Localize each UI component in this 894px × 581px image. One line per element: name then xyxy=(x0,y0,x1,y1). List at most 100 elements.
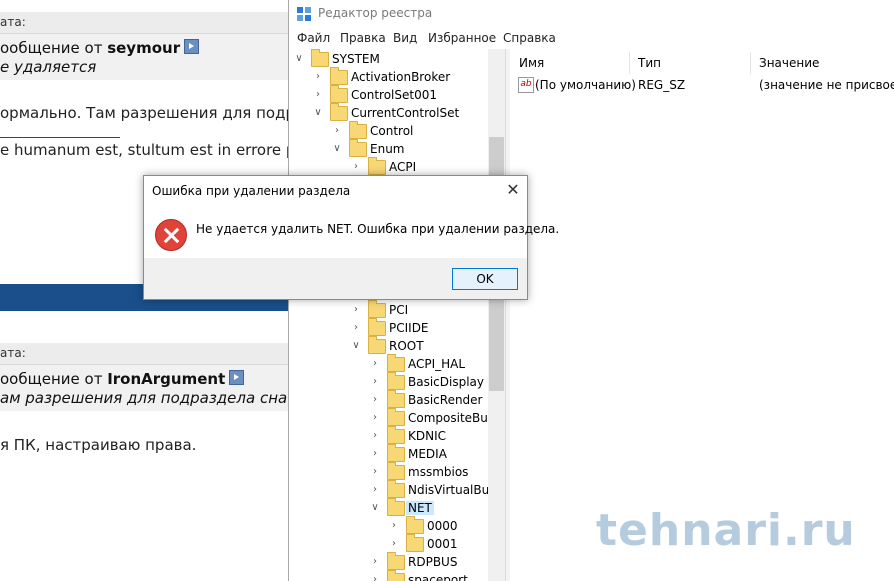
collapsed-chevron-icon[interactable]: › xyxy=(369,466,381,478)
tree-node-label: CompositeBus xyxy=(408,411,495,425)
tree-node-label: KDNIC xyxy=(408,429,447,443)
collapsed-chevron-icon[interactable]: › xyxy=(369,412,381,424)
close-icon[interactable]: ✕ xyxy=(501,179,525,201)
collapsed-chevron-icon[interactable]: › xyxy=(350,304,362,316)
value-type: REG_SZ xyxy=(638,78,686,92)
folder-icon xyxy=(387,408,405,426)
quote-from-line: ообщение от IronArgument xyxy=(0,370,245,388)
post-text: я ПК, настраиваю права. xyxy=(0,436,197,454)
tree-node-label: ROOT xyxy=(389,339,424,353)
expanded-chevron-icon[interactable]: ∨ xyxy=(312,107,324,119)
expanded-chevron-icon[interactable]: ∨ xyxy=(331,143,343,155)
folder-icon xyxy=(368,157,386,175)
menu-edit[interactable]: Правка xyxy=(340,31,386,45)
title-bar[interactable]: Редактор реестра xyxy=(289,0,894,28)
tree-node-label: PCI xyxy=(389,303,409,317)
folder-icon xyxy=(387,372,405,390)
regedit-app-icon xyxy=(297,7,311,21)
collapsed-chevron-icon[interactable]: › xyxy=(369,556,381,568)
tree-node-label: MEDIA xyxy=(408,447,447,461)
folder-icon xyxy=(387,390,405,408)
tree-node-label: CurrentControlSet xyxy=(351,106,460,120)
collapsed-chevron-icon[interactable]: › xyxy=(369,448,381,460)
tree-scrollbar[interactable] xyxy=(488,49,505,581)
folder-icon xyxy=(330,85,348,103)
collapsed-chevron-icon[interactable]: › xyxy=(369,430,381,442)
column-divider[interactable] xyxy=(750,52,751,74)
menu-file[interactable]: Файл xyxy=(297,31,330,45)
quote-author-link[interactable]: seymour xyxy=(107,39,180,57)
tree-node-label: BasicDisplay xyxy=(408,375,485,389)
values-list: Имя Тип Значение ab (По умолчанию) REG_S… xyxy=(510,49,894,581)
tree-node-label: NET xyxy=(406,501,434,515)
collapsed-chevron-icon[interactable]: › xyxy=(388,520,400,532)
tree-node-label: RDPBUS xyxy=(408,555,458,569)
view-post-icon[interactable] xyxy=(229,370,245,385)
tree-node-label: spaceport xyxy=(408,573,468,581)
folder-icon xyxy=(387,570,405,581)
menu-bar: Файл Правка Вид Избранное Справка xyxy=(289,29,894,49)
folder-icon xyxy=(387,426,405,444)
menu-view[interactable]: Вид xyxy=(393,31,417,45)
quote-text: ам разрешения для подраздела снача xyxy=(0,389,292,407)
dialog-title: Ошибка при удалении раздела xyxy=(152,184,351,198)
tree-node-label: SYSTEM xyxy=(332,52,380,66)
folder-icon xyxy=(406,516,424,534)
expanded-chevron-icon[interactable]: ∨ xyxy=(293,53,305,65)
quote-text: е удаляется xyxy=(0,58,97,76)
folder-icon xyxy=(387,480,405,498)
collapsed-chevron-icon[interactable]: › xyxy=(312,71,324,83)
expanded-chevron-icon[interactable]: ∨ xyxy=(350,340,362,352)
folder-icon xyxy=(349,121,367,139)
tree-node-label: ControlSet001 xyxy=(351,88,437,102)
collapsed-chevron-icon[interactable]: › xyxy=(350,161,362,173)
folder-icon xyxy=(330,103,348,121)
folder-icon xyxy=(406,534,424,552)
folder-icon xyxy=(311,49,329,67)
collapsed-chevron-icon[interactable]: › xyxy=(388,538,400,550)
column-header-value[interactable]: Значение xyxy=(759,56,819,70)
menu-favorites[interactable]: Избранное xyxy=(428,31,496,45)
collapsed-chevron-icon[interactable]: › xyxy=(312,89,324,101)
signature-divider xyxy=(0,137,120,138)
tree-node-label: ActivationBroker xyxy=(351,70,451,84)
expanded-chevron-icon[interactable]: ∨ xyxy=(369,502,381,514)
post-signature: e humanum est, stultum est in errore pe xyxy=(0,141,292,159)
collapsed-chevron-icon[interactable]: › xyxy=(369,484,381,496)
dialog-message: Не удается удалить NET. Ошибка при удале… xyxy=(196,222,560,236)
collapsed-chevron-icon[interactable]: › xyxy=(350,322,362,334)
column-header-name[interactable]: Имя xyxy=(519,56,544,70)
error-icon xyxy=(155,219,187,251)
quote-header: ата: xyxy=(0,343,292,365)
tree-node-label: PCIIDE xyxy=(389,321,429,335)
watermark: tehnari.ru xyxy=(596,505,856,556)
collapsed-chevron-icon[interactable]: › xyxy=(369,574,381,581)
quote-from-prefix: ообщение от xyxy=(0,370,108,388)
tree-node-label: 0001 xyxy=(427,537,458,551)
menu-help[interactable]: Справка xyxy=(503,31,556,45)
collapsed-chevron-icon[interactable]: › xyxy=(331,125,343,137)
quote-from-line: ообщение от seymour xyxy=(0,39,200,57)
tree-node-label: 0000 xyxy=(427,519,458,533)
view-post-icon[interactable] xyxy=(184,39,200,54)
tree-node-label: Control xyxy=(370,124,414,138)
column-header-type[interactable]: Тип xyxy=(638,56,661,70)
ab-string-icon: ab xyxy=(518,77,534,93)
collapsed-chevron-icon[interactable]: › xyxy=(369,358,381,370)
folder-icon xyxy=(387,552,405,570)
folder-icon xyxy=(330,67,348,85)
folder-icon xyxy=(387,444,405,462)
ok-button[interactable]: OK xyxy=(452,268,518,290)
collapsed-chevron-icon[interactable]: › xyxy=(369,394,381,406)
folder-icon xyxy=(368,318,386,336)
open-folder-icon xyxy=(387,498,405,516)
tree-node-label: ACPI xyxy=(389,160,417,174)
tree-node-label: mssmbios xyxy=(408,465,469,479)
column-divider[interactable] xyxy=(629,52,630,74)
quote-author-link[interactable]: IronArgument xyxy=(107,370,225,388)
folder-icon xyxy=(368,336,386,354)
quote-from-prefix: ообщение от xyxy=(0,39,108,57)
tree-node-label: NdisVirtualBus xyxy=(408,483,496,497)
collapsed-chevron-icon[interactable]: › xyxy=(369,376,381,388)
tree-node-label: Enum xyxy=(370,142,405,156)
